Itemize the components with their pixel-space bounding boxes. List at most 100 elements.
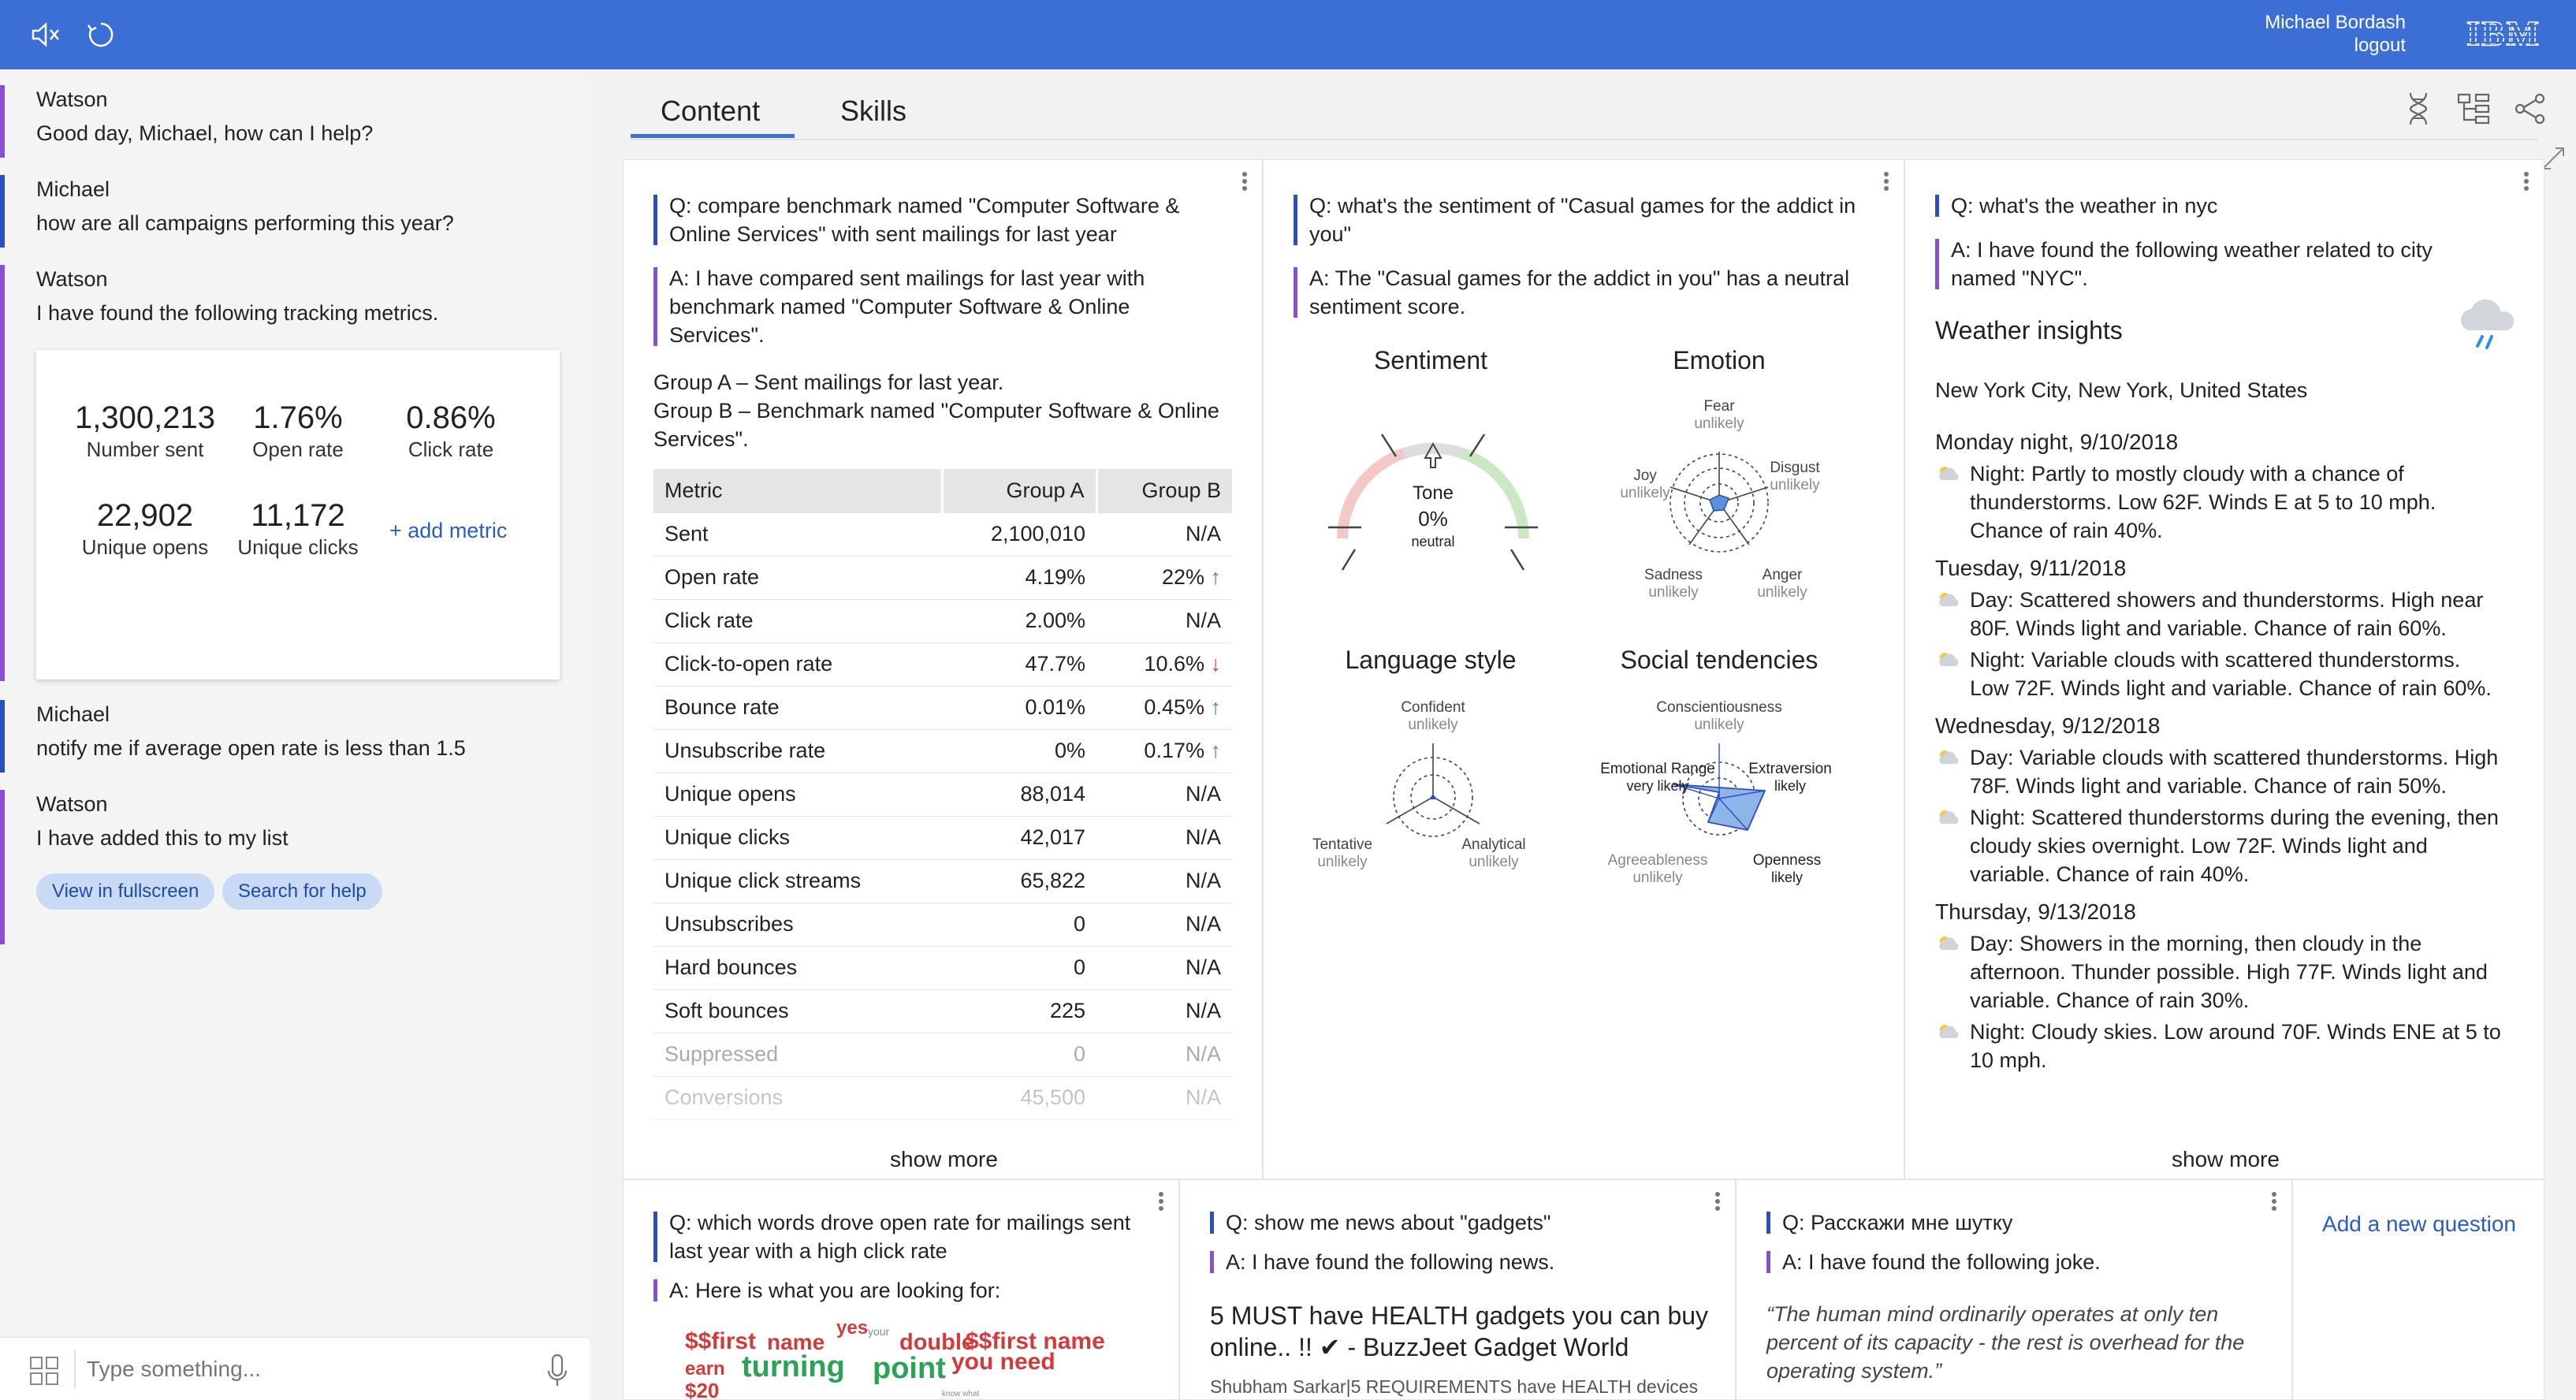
svg-text:unlikely: unlikely [1408,717,1458,733]
show-more-link[interactable]: show more [890,1147,998,1172]
answer: A: I have found the following news. [1210,1248,1699,1276]
show-more-link[interactable]: show more [2172,1147,2280,1172]
forecast-item: Night: Cloudy skies. Low around 70F. Win… [1935,1018,2503,1074]
more-options-icon[interactable] [1241,171,1248,192]
active-tab-indicator [631,134,795,138]
user-name: Michael Bordash [2265,12,2406,33]
answer: A: I have found the following joke. [1766,1248,2255,1276]
grid-icon[interactable] [28,1355,60,1387]
emotion-title: Emotion [1673,346,1766,374]
svg-text:unlikely: unlikely [1694,717,1744,733]
svg-text:Conscientiousness: Conscientiousness [1656,699,1781,716]
chat-panel: Watson Good day, Michael, how can I help… [0,69,590,1400]
group-b-value: 22% ↑ [1096,556,1232,600]
trend-arrow-icon: ↑ [1210,739,1222,762]
search-help-button[interactable]: Search for help [222,873,382,910]
more-options-icon[interactable] [1883,171,1889,192]
mute-icon[interactable] [28,17,63,52]
word-cloud-term[interactable]: point [873,1352,946,1386]
add-question-link[interactable]: Add a new question [2293,1212,2544,1237]
word-cloud-term[interactable]: $20 [685,1379,719,1399]
forecast-item: Night: Scattered thunderstorms during th… [1935,803,2503,888]
word-cloud-term[interactable]: your [868,1325,889,1338]
question: Q: what's the weather in nyc [1935,192,2503,220]
list-tree-icon[interactable] [2456,91,2491,126]
emotion-radar: Fearunlikely Joyunlikely Disgustunlikely… [1620,398,1820,601]
svg-text:unlikely: unlikely [1694,415,1744,432]
group-a-value: 2,100,010 [942,512,1097,557]
group-a-value: 0% [942,729,1097,773]
view-fullscreen-button[interactable]: View in fullscreen [36,873,215,910]
share-nodes-icon[interactable] [2513,91,2548,126]
rain-cloud-icon [2461,299,2515,349]
trend-arrow-icon: ↑ [1210,565,1222,589]
word-cloud-term[interactable]: you need [951,1349,1055,1376]
message-author: Watson [36,792,108,816]
benchmark-table: Metric Group A Group B Sent 2,100,010 N/A … [653,469,1232,1120]
answer: A: I have found the following weather re… [1935,236,2503,292]
forecast-day: Monday night, 9/10/2018 [1935,430,2179,454]
question: Q: compare benchmark named "Computer Sof… [653,192,1205,248]
microphone-icon[interactable] [545,1353,569,1388]
more-options-icon[interactable] [1714,1191,1721,1212]
more-options-icon[interactable] [2271,1191,2277,1212]
forecast-list: Monday night, 9/10/2018 Night: Partly to … [1935,428,2503,1074]
table-row: Unsubscribes 0 N/A [653,903,1232,947]
metric-name: Open rate [653,556,943,600]
group-b-value: N/A [1096,773,1232,817]
word-cloud-term[interactable]: turning [742,1350,845,1384]
chat-input[interactable] [87,1350,528,1388]
svg-text:likely: likely [1771,869,1803,885]
table-row: Bounce rate 0.01% 0.45% ↑ [653,686,1232,730]
message-text: Good day, Michael, how can I help? [36,121,374,145]
forecast-item: Day: Scattered showers and thunderstorms… [1935,586,2503,642]
word-cloud-term[interactable]: earn [685,1358,725,1380]
social-radar: Conscientiousnessunlikely Emotional Rang… [1600,699,1832,886]
news-headline-link[interactable]: 5 MUST have HEALTH gadgets you can buy o… [1210,1300,1714,1363]
message-text: how are all campaigns performing this ye… [36,211,454,235]
chat-message: Michael notify me if average open rate i… [0,700,590,773]
chat-message: Michael how are all campaigns performing… [0,175,590,248]
message-text: I have found the following tracking metr… [36,301,439,325]
weather-icon [1939,810,1959,824]
add-metric-link[interactable]: + add metric [389,519,507,543]
ibm-logo: IBM [2448,13,2559,54]
group-a-value: 42,017 [942,816,1097,860]
svg-text:Emotional Range: Emotional Range [1600,761,1715,777]
social-tendencies-title: Social tendencies [1620,646,1818,674]
metric-name: Unique click streams [653,859,943,903]
weather-icon [1939,467,1959,480]
top-bar: Michael Bordash logout IBM [0,0,2576,69]
column-header: Metric [653,469,944,513]
group-a-value: 4.19% [942,556,1097,600]
word-cloud-term[interactable]: yes [836,1317,868,1339]
svg-text:Extraversion: Extraversion [1748,761,1832,777]
group-a-value: 2.00% [942,599,1097,643]
word-cloud-term[interactable]: know what [942,1390,979,1398]
answer: A: Here is what you are looking for: [653,1276,1142,1305]
forecast-item: Night: Variable clouds with scattered th… [1935,646,2503,702]
group-b-value: 0.45% ↑ [1096,686,1232,730]
tone-desc: neutral [1411,534,1454,549]
svg-text:Confident: Confident [1401,699,1465,716]
tab-content[interactable]: Content [661,93,760,129]
group-a-value: 65,822 [942,859,1097,903]
svg-text:Joy: Joy [1633,467,1657,484]
tab-skills[interactable]: Skills [840,93,906,129]
more-options-icon[interactable] [2523,171,2529,192]
group-b-value: N/A [1096,859,1232,903]
refresh-icon[interactable] [84,17,118,52]
svg-text:unlikely: unlikely [1317,854,1368,870]
logout-link[interactable]: logout [2265,34,2406,57]
metric: 0.86% Click rate [406,400,496,461]
dna-icon[interactable] [2403,90,2434,128]
more-options-icon[interactable] [1158,1191,1164,1212]
svg-text:likely: likely [1774,778,1806,794]
message-text: notify me if average open rate is less t… [36,736,466,760]
group-b-value: N/A [1096,816,1232,860]
svg-text:unlikely: unlikely [1757,584,1807,601]
svg-text:very likely: very likely [1626,778,1688,794]
table-row: Click-to-open rate 47.7% 10.6% ↓ [653,642,1232,687]
table-row: Unsubscribe rate 0% 0.17% ↑ [653,729,1232,773]
word-cloud: $$first name yes your double $$first name earn… [685,1317,1126,1399]
